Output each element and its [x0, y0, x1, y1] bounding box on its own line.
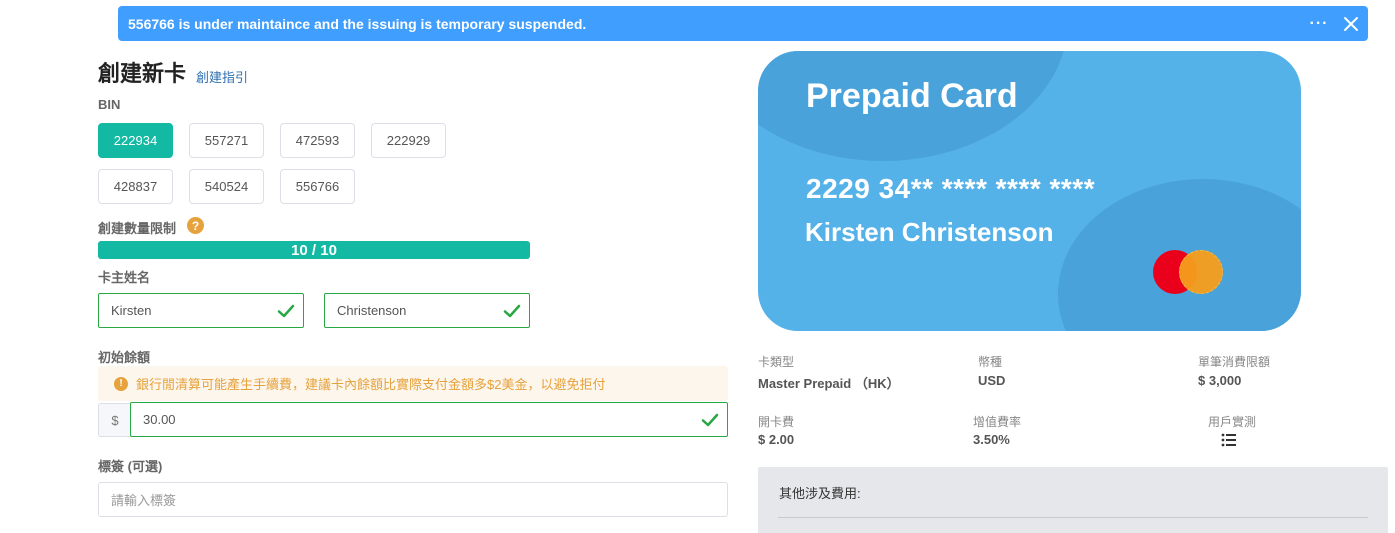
open-fee-value: $ 2.00: [758, 432, 795, 447]
other-fees-panel: 其他涉及費用:: [758, 467, 1388, 533]
help-icon[interactable]: ?: [187, 217, 204, 234]
warning-icon: !: [114, 376, 128, 391]
check-icon: [701, 413, 719, 427]
limit-progress-text: 10 / 10: [291, 241, 337, 259]
amount-value: 30.00: [143, 412, 176, 427]
card-type-label: 卡類型: [758, 355, 795, 369]
last-name-value: Christenson: [337, 303, 407, 318]
banner-message: 556766 is under maintaince and the issui…: [128, 15, 587, 32]
balance-label: 初始餘額: [98, 350, 151, 365]
fee-warning: ! 銀行閒清算可能產生手續費，建議卡內餘額比實際支付金額多$2美金，以避免拒付: [98, 366, 728, 401]
card-preview: Prepaid Card 2229 34** **** **** **** Ki…: [758, 51, 1301, 331]
warning-text: 銀行閒清算可能產生手續費，建議卡內餘額比實際支付金額多$2美金，以避免拒付: [136, 377, 606, 392]
close-icon[interactable]: [1341, 14, 1361, 34]
maintenance-banner: 556766 is under maintaince and the issui…: [118, 6, 1368, 41]
card-number: 2229 34** **** **** ****: [806, 173, 1096, 204]
bin-option-472593[interactable]: 472593: [280, 123, 355, 158]
currency-prefix: $: [98, 403, 131, 437]
bin-option-557271[interactable]: 557271: [189, 123, 264, 158]
card-type-value: Master Prepaid （HK）: [758, 376, 900, 391]
title-row: 創建新卡 創建指引: [98, 56, 248, 88]
currency-label: 幣種: [978, 355, 1003, 369]
open-fee-label: 開卡費: [758, 415, 795, 429]
more-icon[interactable]: ···: [1307, 15, 1331, 33]
spend-limit-value: $ 3,000: [1198, 373, 1242, 388]
bin-option-222929[interactable]: 222929: [371, 123, 446, 158]
bin-option-556766[interactable]: 556766: [280, 169, 355, 204]
check-icon: [277, 304, 295, 318]
bin-option-428837[interactable]: 428837: [98, 169, 173, 204]
topup-rate-value: 3.50%: [973, 432, 1010, 447]
bin-option-540524[interactable]: 540524: [189, 169, 264, 204]
bin-option-222934[interactable]: 222934: [98, 123, 173, 158]
list-icon[interactable]: [1221, 432, 1237, 448]
check-icon: [503, 304, 521, 318]
create-card-page: 556766 is under maintaince and the issui…: [0, 0, 1395, 533]
amount-input[interactable]: 30.00: [130, 402, 728, 437]
tag-placeholder: 請輸入標簽: [111, 493, 177, 508]
spend-limit-label: 單筆消費限額: [1198, 355, 1271, 369]
page-title: 創建新卡: [98, 61, 187, 86]
card-title: Prepaid Card: [806, 77, 1018, 115]
limit-label: 創建數量限制: [98, 221, 177, 236]
first-name-input[interactable]: Kirsten: [98, 293, 304, 328]
first-name-value: Kirsten: [111, 303, 152, 318]
bin-label: BIN: [98, 97, 121, 112]
mastercard-logo-icon: [1153, 250, 1225, 294]
user-test-label: 用戶實測: [1208, 415, 1257, 429]
topup-rate-label: 增值費率: [973, 415, 1022, 429]
tag-label: 標簽 (可選): [98, 459, 163, 474]
limit-progress-bar: 10 / 10: [98, 241, 530, 259]
other-fees-title: 其他涉及費用:: [779, 486, 861, 501]
guide-link[interactable]: 創建指引: [196, 67, 248, 86]
holder-name-label: 卡主姓名: [98, 270, 151, 285]
tag-input[interactable]: 請輸入標簽: [98, 482, 728, 517]
currency-value: USD: [978, 373, 1006, 388]
card-holder: Kirsten Christenson: [805, 217, 1054, 247]
last-name-input[interactable]: Christenson: [324, 293, 530, 328]
divider: [778, 517, 1368, 518]
